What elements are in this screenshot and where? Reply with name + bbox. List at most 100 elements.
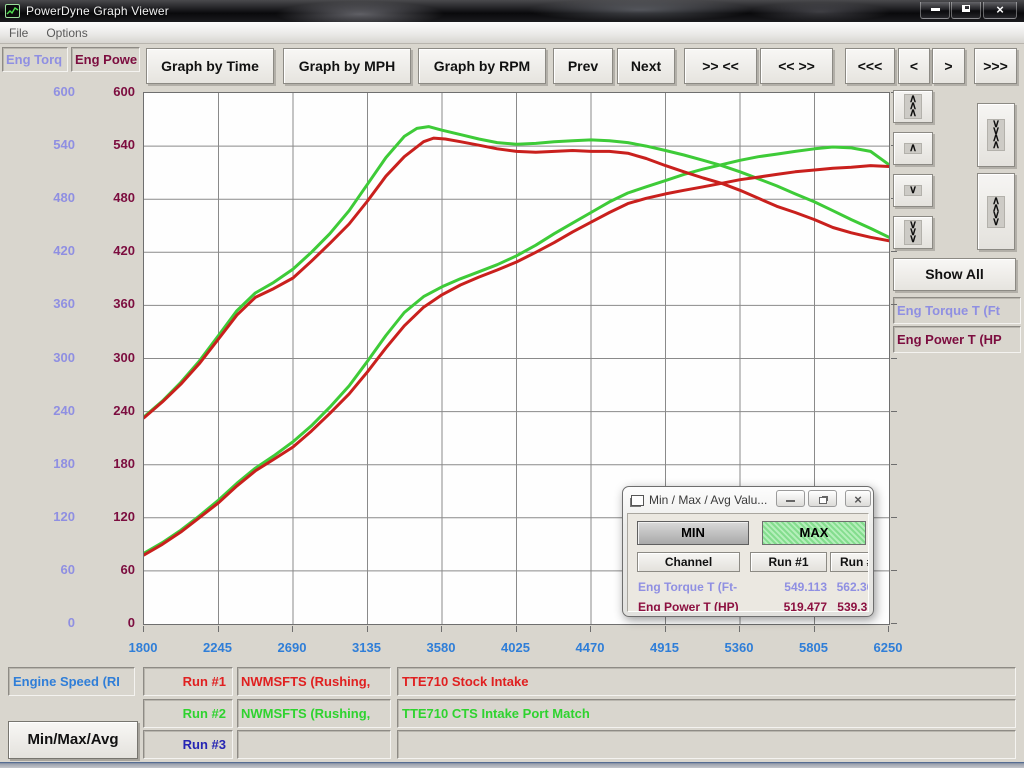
run-3-source-box[interactable]	[237, 730, 391, 759]
x-axis-label: 4470	[550, 640, 630, 656]
scroll-left-button[interactable]: <	[898, 48, 930, 84]
minmax-run2-value: 562.362	[830, 580, 869, 594]
x-axis-tick	[814, 626, 815, 632]
minimize-button[interactable]	[920, 2, 950, 19]
menu-bar: File Options	[0, 22, 1024, 44]
chevron-icon: ∨∨∨	[904, 220, 922, 245]
x-axis-tick	[143, 626, 144, 632]
chevron-glyph: ∧	[909, 145, 917, 152]
window-title: PowerDyne Graph Viewer	[26, 4, 169, 18]
run-3-description-box[interactable]	[397, 730, 1016, 759]
y-axis-label-power: 300	[92, 350, 135, 366]
legend-eng-torque[interactable]: Eng Torque T (Ft	[893, 297, 1021, 324]
minmax-title-bar[interactable]: Min / Max / Avg Valu... ×	[623, 487, 873, 513]
minmax-window-icon	[631, 495, 644, 506]
scroll-up-button[interactable]: ∧	[893, 132, 933, 165]
menu-options[interactable]: Options	[37, 24, 96, 42]
minmax-close-button[interactable]: ×	[845, 490, 871, 507]
x-axis-label: 3135	[327, 640, 407, 656]
graph-by-mph-button[interactable]: Graph by MPH	[283, 48, 411, 84]
y-axis-label-power: 480	[92, 190, 135, 206]
prev-button[interactable]: Prev	[553, 48, 613, 84]
minimize-icon	[931, 8, 940, 11]
graph-by-time-button[interactable]: Graph by Time	[146, 48, 274, 84]
menu-file[interactable]: File	[0, 24, 37, 42]
scroll-up-fast-button[interactable]: ∧∧∧	[893, 90, 933, 123]
minmax-window-body: MIN MAX Channel Run #1 Run #2 Eng Torque…	[627, 513, 869, 612]
y-axis-label-torque: 240	[18, 403, 75, 419]
chevron-glyph: ∨	[909, 187, 917, 194]
y-axis-label-torque: 180	[18, 456, 75, 472]
minmax-table-row: Eng Power T (HP)519.477539.311	[628, 600, 868, 612]
scroll-far-right-button[interactable]: >>>	[974, 48, 1017, 84]
minmax-restore-button[interactable]	[808, 490, 837, 507]
run-2-description-box[interactable]: TTE710 CTS Intake Port Match	[397, 699, 1016, 728]
restore-icon	[819, 497, 827, 504]
y-axis-label-torque: 480	[18, 190, 75, 206]
y-axis-label-power: 360	[92, 296, 135, 312]
x-axis-label: 4915	[625, 640, 705, 656]
legend-eng-power[interactable]: Eng Power T (HP	[893, 326, 1021, 353]
x-axis-label: 5805	[774, 640, 854, 656]
column-header-run1: Run #1	[750, 552, 827, 572]
graph-by-rpm-button[interactable]: Graph by RPM	[418, 48, 546, 84]
x-axis-channel-box[interactable]: Engine Speed (RI	[8, 667, 135, 696]
show-all-button[interactable]: Show All	[893, 258, 1016, 291]
y-axis-label-torque: 60	[18, 562, 75, 578]
zoom-in-x-button[interactable]: >> <<	[684, 48, 757, 84]
x-axis-tick	[888, 626, 889, 632]
scroll-far-left-button[interactable]: <<<	[845, 48, 895, 84]
compress-scale-button[interactable]: ∨∨∧∧	[977, 103, 1015, 167]
scroll-down-button[interactable]: ∨	[893, 174, 933, 207]
expand-scale-button[interactable]: ∧∧∨∨	[977, 173, 1015, 250]
x-axis-tick	[292, 626, 293, 632]
y-axis-label-power: 0	[92, 615, 135, 631]
min-tab-button[interactable]: MIN	[637, 521, 749, 545]
max-tab-button[interactable]: MAX	[762, 521, 866, 545]
chevron-icon: ∧∧∨∨	[987, 196, 1005, 228]
run-2-source-box[interactable]: NWMSFTS (Rushing,	[237, 699, 391, 728]
minmax-run2-value: 539.311	[830, 600, 869, 612]
minmax-run1-value: 519.477	[750, 600, 827, 612]
y-axis-tick	[891, 251, 897, 252]
x-axis-label: 2245	[178, 640, 258, 656]
scroll-down-fast-button[interactable]: ∨∨∨	[893, 216, 933, 249]
y-axis-label-torque: 0	[18, 615, 75, 631]
x-axis-tick	[665, 626, 666, 632]
run-label-2[interactable]: Run #2	[143, 699, 233, 728]
run-label-3[interactable]: Run #3	[143, 730, 233, 759]
x-axis-tick	[441, 626, 442, 632]
chevron-glyph: ∨	[992, 219, 1000, 226]
channel-power-box[interactable]: Eng Powe	[71, 47, 140, 72]
next-button[interactable]: Next	[617, 48, 675, 84]
title-bar: PowerDyne Graph Viewer ×	[0, 0, 1024, 22]
y-axis-tick	[891, 623, 897, 624]
chevron-glyph: ∨	[909, 236, 917, 243]
column-header-channel: Channel	[637, 552, 740, 572]
run-1-source-box[interactable]: NWMSFTS (Rushing,	[237, 667, 391, 696]
powerdyne-app-window: PowerDyne Graph Viewer × File Options En…	[0, 0, 1024, 768]
close-button[interactable]: ×	[983, 2, 1017, 19]
minmax-minimize-button[interactable]	[776, 490, 805, 507]
run-label-1[interactable]: Run #1	[143, 667, 233, 696]
minmax-avg-window[interactable]: Min / Max / Avg Valu... × MIN MAX Channe…	[622, 486, 874, 617]
y-axis-label-power: 600	[92, 84, 135, 100]
minmax-table-row: Eng Torque T (Ft-549.113562.362	[628, 580, 868, 598]
zoom-out-x-button[interactable]: << >>	[760, 48, 833, 84]
x-axis-label: 4025	[476, 640, 556, 656]
scroll-right-button[interactable]: >	[932, 48, 965, 84]
column-header-run2: Run #2	[830, 552, 869, 572]
x-axis-label: 1800	[103, 640, 183, 656]
channel-torque-box[interactable]: Eng Torq	[2, 47, 68, 72]
close-icon: ×	[996, 2, 1004, 17]
x-axis-tick	[739, 626, 740, 632]
maximize-icon	[962, 5, 970, 12]
minmax-avg-button[interactable]: Min/Max/Avg	[8, 721, 138, 759]
y-axis-label-power: 240	[92, 403, 135, 419]
chevron-icon: ∧	[904, 143, 922, 154]
y-axis-label-power: 540	[92, 137, 135, 153]
run-1-description-box[interactable]: TTE710 Stock Intake	[397, 667, 1016, 696]
maximize-button[interactable]	[951, 2, 981, 19]
chevron-icon: ∨	[904, 185, 922, 196]
y-axis-label-torque: 600	[18, 84, 75, 100]
